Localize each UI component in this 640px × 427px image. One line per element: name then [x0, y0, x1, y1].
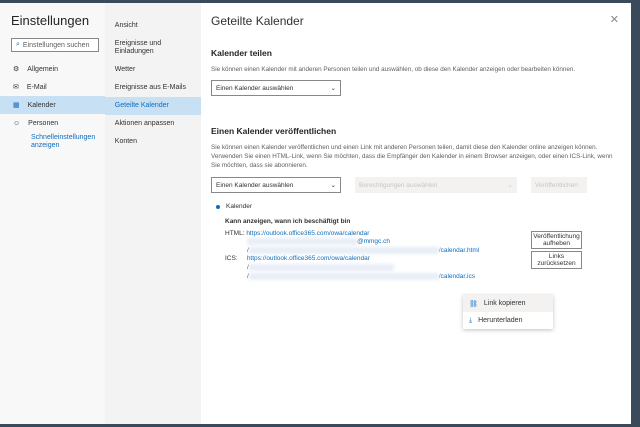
sidebar-item-people[interactable]: ☺ Personen	[0, 114, 105, 132]
gear-icon: ⚙	[13, 66, 20, 73]
ics-label: ICS:	[225, 255, 238, 263]
calendar-name: Kalender	[226, 203, 253, 210]
sidebar-item-general[interactable]: ⚙ Allgemein	[0, 60, 105, 78]
sidebar-item-calendar[interactable]: ▦ Kalender	[0, 96, 105, 114]
download-icon: ⤓	[469, 316, 473, 324]
main-content: ✕ Geteilte Kalender Kalender teilen Sie …	[201, 3, 631, 424]
select-value: Einen Kalender auswählen	[216, 181, 294, 189]
unpublish-button[interactable]: Veröffentlichung aufheben	[531, 231, 582, 249]
context-menu: ⛓ Link kopieren ⤓ Herunterladen	[463, 295, 553, 329]
reset-links-button[interactable]: Links zurücksetzen	[531, 251, 582, 269]
settings-sidebar: Einstellungen ⌕ Einstellungen suchen ⚙ All…	[0, 3, 105, 424]
calendar-subnav: Ansicht Ereignisse und Einladungen Wette…	[104, 3, 201, 424]
sidebar-item-mail[interactable]: ✉ E-Mail	[0, 78, 105, 96]
select-value: Berechtigungen auswählen	[359, 181, 438, 189]
publish-heading: Einen Kalender veröffentlichen	[211, 126, 337, 136]
label: Link kopieren	[483, 300, 526, 307]
people-icon: ☺	[13, 119, 21, 127]
subnav-events-from-email[interactable]: Ereignisse aus E-Mails	[105, 79, 201, 97]
permission-label: Kann anzeigen, wann ich beschäftigt bin	[225, 218, 351, 225]
ics-link[interactable]: https://outlook.office365.com/owa/calend…	[247, 255, 370, 262]
page-title: Geteilte Kalender	[211, 14, 304, 28]
subnav-accounts[interactable]: Konten	[105, 133, 201, 151]
label: Allgemein	[27, 65, 59, 73]
menu-item-download[interactable]: ⤓ Herunterladen	[463, 312, 553, 329]
label: E-Mail	[26, 83, 47, 91]
label: Herunterladen	[478, 317, 523, 324]
link-icon: ⛓	[469, 300, 478, 308]
subnav-customize-actions[interactable]: Aktionen anpassen	[105, 115, 201, 133]
published-details: Kann anzeigen, wann ich beschäftigt bin …	[225, 218, 621, 281]
subnav-events-invitations[interactable]: Ereignisse und Einladungen	[105, 35, 201, 61]
share-description: Sie können einen Kalender mit anderen Pe…	[211, 66, 576, 73]
close-icon[interactable]: ✕	[610, 13, 619, 26]
permissions-select[interactable]: Berechtigungen auswählen ⌄	[355, 177, 517, 193]
ics-link-end[interactable]: /calendar.ics	[439, 273, 475, 280]
chevron-down-icon: ⌄	[330, 85, 336, 92]
share-heading: Kalender teilen	[211, 48, 272, 58]
publish-button[interactable]: Veröffentlichen	[531, 177, 587, 193]
mail-icon: ✉	[13, 84, 19, 91]
settings-search-input[interactable]: ⌕ Einstellungen suchen	[11, 38, 99, 52]
settings-title: Einstellungen	[11, 13, 90, 28]
chevron-down-icon: ⌄	[507, 182, 513, 189]
search-placeholder: Einstellungen suchen	[22, 41, 90, 49]
quick-settings-link[interactable]: Schnelleinstellungen anzeigen	[0, 134, 105, 150]
published-calendar: Kalender	[216, 203, 621, 210]
publish-calendar-select[interactable]: Einen Kalender auswählen ⌄	[211, 177, 341, 193]
html-link-end[interactable]: /calendar.html	[439, 247, 479, 254]
subnav-shared-calendars[interactable]: Geteilte Kalender	[104, 97, 201, 115]
share-calendar-select[interactable]: Einen Kalender auswählen ⌄	[211, 80, 341, 96]
html-label: HTML:	[225, 229, 245, 237]
subnav-view[interactable]: Ansicht	[105, 17, 201, 35]
chevron-down-icon: ⌄	[330, 182, 336, 189]
label: Personen	[28, 119, 59, 127]
html-link-domain[interactable]: @mmgc.ch	[357, 238, 390, 245]
select-value: Einen Kalender auswählen	[216, 84, 294, 92]
calendar-icon: ▦	[13, 102, 20, 109]
subnav-weather[interactable]: Wetter	[105, 61, 201, 79]
search-icon: ⌕	[16, 41, 20, 48]
label: Kalender	[27, 101, 56, 109]
publish-controls: Einen Kalender auswählen ⌄ Berechtigungen…	[211, 177, 621, 193]
bullet-icon	[216, 204, 220, 209]
publish-description: Sie können einen Kalender veröffentliche…	[211, 144, 613, 169]
menu-item-copy-link[interactable]: ⛓ Link kopieren	[463, 295, 553, 312]
html-link[interactable]: https://outlook.office365.com/owa/calend…	[246, 230, 369, 237]
settings-panel: Einstellungen ⌕ Einstellungen suchen ⚙ All…	[0, 3, 631, 424]
